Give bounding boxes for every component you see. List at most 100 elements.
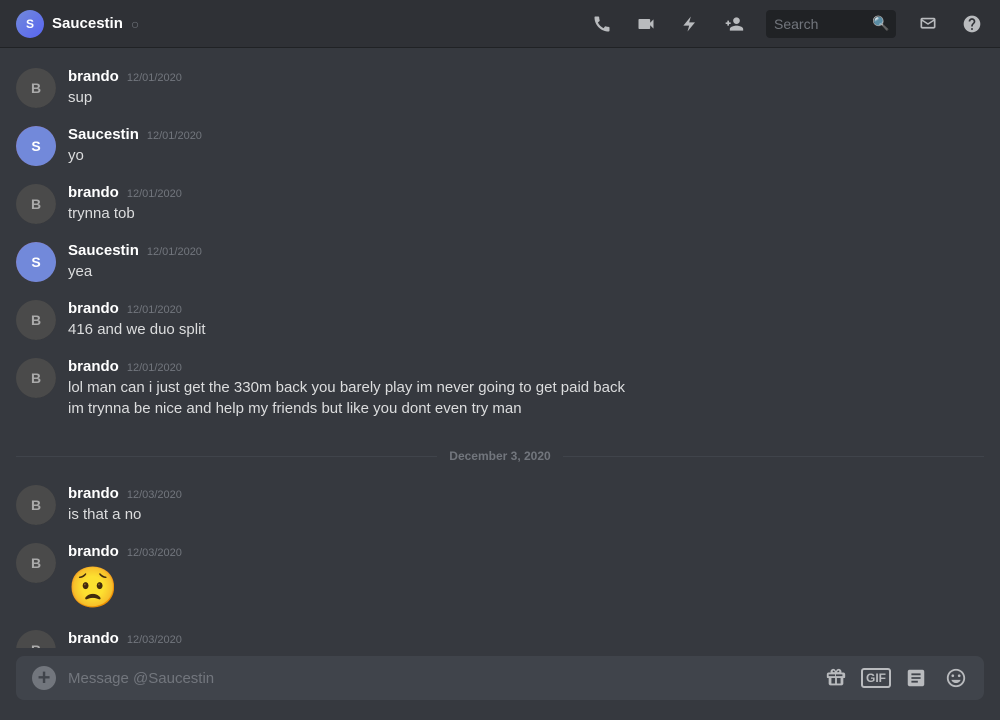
header-status-icon: ○ (131, 16, 139, 32)
message-content: brando 12/01/2020 lol man can i just get t… (68, 358, 984, 419)
message-header: brando 12/01/2020 (68, 300, 984, 317)
message-timestamp: 12/01/2020 (127, 72, 182, 84)
message-author: brando (68, 630, 119, 647)
message-timestamp: 12/01/2020 (127, 304, 182, 316)
message-header: Saucestin 12/01/2020 (68, 242, 984, 259)
message-header: brando 12/01/2020 (68, 184, 984, 201)
header-right: 🔍 (590, 10, 984, 38)
svg-text:B: B (31, 370, 41, 386)
message-group: S Saucestin 12/01/2020 yea (16, 238, 984, 286)
message-header: brando 12/03/2020 (68, 543, 984, 560)
message-author: brando (68, 68, 119, 85)
message-timestamp: 12/03/2020 (127, 489, 182, 501)
svg-text:B: B (31, 555, 41, 571)
message-header: brando 12/03/2020 (68, 630, 984, 647)
svg-text:B: B (31, 497, 41, 513)
svg-text:B: B (31, 312, 41, 328)
inbox-icon[interactable] (916, 12, 940, 36)
svg-text:S: S (31, 254, 40, 270)
message-text: lol man can i just get the 330m back you… (68, 377, 984, 398)
message-content: brando 12/03/2020 is that a no (68, 485, 984, 525)
message-input-wrapper: + GIF (16, 656, 984, 700)
avatar: B (16, 358, 56, 398)
message-content: brando12/03/2020so you tob while appeari… (68, 630, 984, 648)
gif-icon[interactable]: GIF (864, 666, 888, 690)
message-author: brando (68, 184, 119, 201)
avatar: B (16, 184, 56, 224)
avatar: S (16, 126, 56, 166)
message-header: brando 12/01/2020 (68, 358, 984, 375)
header-avatar: S (16, 10, 44, 38)
help-icon[interactable] (960, 12, 984, 36)
header-username: Saucestin (52, 15, 123, 32)
message-group: Bbrando 12/01/2020 416 and we duo split (16, 296, 984, 344)
message-content: brando 12/01/2020 416 and we duo split (68, 300, 984, 340)
header-left: S Saucestin ○ (16, 10, 139, 38)
message-group: Bbrando12/03/2020so you tob while appear… (16, 626, 984, 648)
emoji-icon[interactable] (944, 666, 968, 690)
message-group: Bbrando 12/03/2020 😟 (16, 539, 984, 616)
message-author: brando (68, 543, 119, 560)
message-author: Saucestin (68, 242, 139, 259)
message-text: im trynna be nice and help my friends bu… (68, 398, 984, 419)
message-timestamp: 12/01/2020 (127, 362, 182, 374)
input-icons: GIF (824, 666, 968, 690)
message-group: Bbrando 12/01/2020 sup (16, 64, 984, 112)
avatar: B (16, 630, 56, 648)
search-input[interactable] (774, 16, 864, 32)
message-text: yo (68, 145, 984, 166)
message-author: brando (68, 300, 119, 317)
avatar: B (16, 300, 56, 340)
svg-text:B: B (31, 80, 41, 96)
gif-label: GIF (861, 668, 891, 688)
message-text: trynna tob (68, 203, 984, 224)
input-area: + GIF (0, 648, 1000, 720)
message-content: Saucestin 12/01/2020 yo (68, 126, 984, 166)
message-text: yea (68, 261, 984, 282)
message-header: brando 12/01/2020 (68, 68, 984, 85)
message-timestamp: 12/03/2020 (127, 547, 182, 559)
message-author: brando (68, 358, 119, 375)
message-timestamp: 12/01/2020 (147, 246, 202, 258)
message-text: is that a no (68, 504, 984, 525)
nitro-icon[interactable] (678, 12, 702, 36)
avatar: B (16, 68, 56, 108)
call-icon[interactable] (590, 12, 614, 36)
message-group: Bbrando 12/01/2020 trynna tob (16, 180, 984, 228)
message-timestamp: 12/01/2020 (147, 130, 202, 142)
message-timestamp: 12/03/2020 (127, 634, 182, 646)
date-divider-text: December 3, 2020 (449, 449, 550, 463)
message-author: brando (68, 485, 119, 502)
messages-area: Bbrando 12/01/2020 sup S Saucestin 12/01/2020… (0, 48, 1000, 648)
video-icon[interactable] (634, 12, 658, 36)
message-content: brando 12/01/2020 trynna tob (68, 184, 984, 224)
search-bar[interactable]: 🔍 (766, 10, 896, 38)
message-content: brando 12/03/2020 😟 (68, 543, 984, 612)
message-group: Bbrando 12/03/2020 is that a no (16, 481, 984, 529)
avatar: B (16, 485, 56, 525)
emoji-large: 😟 (68, 564, 984, 612)
header: S Saucestin ○ (0, 0, 1000, 48)
message-header: Saucestin 12/01/2020 (68, 126, 984, 143)
avatar: S (16, 242, 56, 282)
gift-icon[interactable] (824, 666, 848, 690)
date-divider: December 3, 2020 (16, 449, 984, 463)
message-content: brando 12/01/2020 sup (68, 68, 984, 108)
message-group: S Saucestin 12/01/2020 yo (16, 122, 984, 170)
svg-text:B: B (31, 196, 41, 212)
message-text: sup (68, 87, 984, 108)
svg-text:S: S (31, 138, 40, 154)
add-friend-icon[interactable] (722, 12, 746, 36)
message-header: brando 12/03/2020 (68, 485, 984, 502)
message-timestamp: 12/01/2020 (127, 188, 182, 200)
add-attachment-button[interactable]: + (32, 666, 56, 690)
search-icon: 🔍 (872, 15, 889, 32)
message-author: Saucestin (68, 126, 139, 143)
message-text: 416 and we duo split (68, 319, 984, 340)
avatar: B (16, 543, 56, 583)
message-input[interactable] (68, 670, 812, 687)
message-group: Bbrando 12/01/2020 lol man can i just get … (16, 354, 984, 423)
message-text: 😟 (68, 564, 984, 612)
message-content: Saucestin 12/01/2020 yea (68, 242, 984, 282)
sticker-icon[interactable] (904, 666, 928, 690)
